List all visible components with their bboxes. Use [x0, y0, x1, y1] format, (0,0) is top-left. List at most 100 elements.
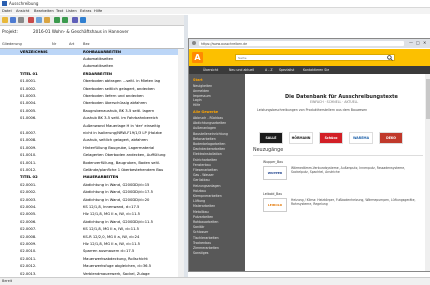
sidebar-gewerk[interactable]: Tischlerarbeiten: [193, 236, 219, 240]
table-row[interactable]: 02.0008. KS-R 12/2,0, MG II a, IW, d=24: [0, 234, 184, 240]
sidebar-link[interactable]: Impressum: [193, 94, 211, 98]
sidebar-gewerk[interactable]: Sanitär: [193, 225, 204, 229]
sidebar-link[interactable]: Neuigkeiten: [193, 84, 212, 88]
menu-extras[interactable]: Extras: [80, 9, 91, 13]
sidebar-gewerk[interactable]: Außenanlagen: [193, 126, 216, 130]
sidebar-gewerk[interactable]: Fliesenarbeiten: [193, 168, 218, 172]
undo-icon[interactable]: [54, 17, 60, 23]
print-icon[interactable]: [18, 17, 24, 23]
table-row[interactable]: Außenwand Mauerlage H in 'der' einseitig: [0, 123, 184, 129]
table-row[interactable]: 02.0004. KS 12/1,8, Innenwand, d=17.5: [0, 204, 184, 210]
brand-logo[interactable]: HÖRMANN: [289, 132, 313, 144]
nav-spezialist[interactable]: Spezialist: [279, 68, 294, 72]
table-row[interactable]: 01.0010. Gelagerten Oberboden andecken, A…: [0, 153, 184, 159]
table-row[interactable]: 01.0007. nicht in Isolierung/NRW-F19/1/3 …: [0, 130, 184, 136]
open-icon[interactable]: [2, 17, 8, 23]
brand-logo[interactable]: SALLE: [259, 132, 283, 144]
table-row[interactable]: Automatikseiten: [0, 56, 184, 62]
brand-logo[interactable]: DEKO: [379, 132, 403, 144]
brand-logo[interactable]: Schüco: [319, 132, 343, 144]
save-icon[interactable]: [10, 17, 16, 23]
table-row[interactable]: 02.0010. Sparren ausmauern d=17.5: [0, 249, 184, 255]
sidebar-gewerk[interactable]: Klempnerarbeiten: [193, 194, 222, 198]
col-art[interactable]: Art: [69, 42, 74, 46]
col-gliederung[interactable]: Gliederung: [2, 42, 22, 46]
help-icon[interactable]: [80, 17, 86, 23]
table-row[interactable]: 01.0012. Gelände/planflche 1 überbestehen…: [0, 167, 184, 173]
table-row[interactable]: 02.0003. Abdichtung in Wand, G200DD/d=20: [0, 197, 184, 203]
sidebar-gewerk[interactable]: Metallbau: [193, 210, 209, 214]
nav-uebersicht[interactable]: Übersicht: [203, 68, 218, 72]
redo-icon[interactable]: [62, 17, 68, 23]
sidebar-gewerk[interactable]: Holzbau: [193, 189, 206, 193]
entry-name[interactable]: Wupper_Bau: [263, 160, 283, 164]
sidebar-gewerk[interactable]: Elektroinstallation: [193, 152, 222, 156]
col-nr[interactable]: Nr: [52, 42, 56, 46]
sidebar-gewerk[interactable]: Dachdeckerarbeiten: [193, 147, 225, 151]
sidebar-gewerk[interactable]: Malerarbeiten: [193, 204, 215, 208]
table-row[interactable]: 01.0002. Oberboden seitlich gelagert, and…: [0, 86, 184, 92]
close-icon[interactable]: ✕: [423, 40, 426, 45]
search-icon[interactable]: [387, 55, 393, 61]
copy-icon[interactable]: [36, 17, 42, 23]
sidebar-gewerk[interactable]: Gerüstbau: [193, 178, 210, 182]
sidebar-gewerk[interactable]: Bodenbelagarbeiten: [193, 142, 225, 146]
sidebar-gewerk[interactable]: Abbruch - Rückbau: [193, 116, 223, 120]
table-row[interactable]: 02.0002. Abdichtung in Wand, G200DD/d=17.…: [0, 190, 184, 196]
sidebar-gewerk[interactable]: Baustelleneinrichtung: [193, 132, 228, 136]
table-row[interactable]: TITEL 01 ERDARBEITEN: [0, 71, 184, 77]
sidebar-gewerk[interactable]: Zimmerarbeiten: [193, 246, 219, 250]
sidebar-gewerk[interactable]: Rohbauarbeiten: [193, 220, 218, 224]
nav-kontakt[interactable]: Kontaktieren Sie: [303, 68, 329, 72]
menu-hilfe[interactable]: Hilfe: [94, 9, 102, 13]
table-row[interactable]: 01.0008. Aushub, seitlich gelagert, abfah…: [0, 138, 184, 144]
sidebar-gewerk[interactable]: Fensterbau: [193, 163, 211, 167]
table-row[interactable]: 02.0007. KS 12/1,8, MG II a, IW, d=11.5: [0, 227, 184, 233]
brand-logo[interactable]: WAREMA: [349, 132, 373, 144]
sidebar-link[interactable]: Hilfe: [193, 103, 200, 107]
sidebar-heading-gewerke[interactable]: Alle Gewerke: [193, 110, 218, 114]
table-row[interactable]: 02.0012. Mauerwerksfuge abgleichen, d=36.…: [0, 264, 184, 270]
sidebar-gewerk[interactable]: Lüftung: [193, 199, 205, 203]
minimize-icon[interactable]: —: [409, 40, 413, 45]
sidebar-gewerk[interactable]: Sonstiges: [193, 251, 208, 255]
table-row[interactable]: 01.0011. Bodenverfüllung, Baugruben, Bode…: [0, 160, 184, 166]
table-row[interactable]: 02.0005. Hlz 12/1,8, MG II a, IW, d=11.5: [0, 212, 184, 218]
site-logo[interactable]: A: [192, 52, 203, 63]
cut-icon[interactable]: [28, 17, 34, 23]
menu-datei[interactable]: Datei: [2, 9, 12, 13]
sidebar-gewerk[interactable]: Putzarbeiten: [193, 215, 213, 219]
sidebar-gewerk[interactable]: Trockenbau: [193, 241, 211, 245]
menu-bearbeiten[interactable]: Bearbeiten: [34, 9, 54, 13]
table-row[interactable]: 01.0003. Oberboden liefern und andecken: [0, 93, 184, 99]
find-icon[interactable]: [72, 17, 78, 23]
table-row[interactable]: 02.0006. Abdichtung in Wand, G200DD/d=11.…: [0, 219, 184, 225]
nav-a-z[interactable]: A - Z: [265, 68, 273, 72]
menu-text[interactable]: Text: [56, 9, 63, 13]
nav-neu[interactable]: Neu und aktuell: [229, 68, 254, 72]
sidebar-gewerk[interactable]: Heizungsanlagen: [193, 184, 220, 188]
sidebar-gewerk[interactable]: Gas - Wasser: [193, 173, 214, 177]
paste-icon[interactable]: [44, 17, 50, 23]
table-row[interactable]: 01.0006. Aushub BK 3-5 seitl. im Fahrbahn…: [0, 116, 184, 122]
table-row[interactable]: 02.0001. Abdichtung in Wand, G200DD/d=15: [0, 182, 184, 188]
sidebar-link[interactable]: Anmelden: [193, 89, 209, 93]
browser-scroll-thumb[interactable]: [426, 79, 430, 119]
table-row[interactable]: 01.0004. Oberboden überschüssig abfahren: [0, 101, 184, 107]
col-bez[interactable]: Bez: [83, 42, 90, 46]
table-row[interactable]: 02.0011. Mauerwerksabdeckung, Rollschicht: [0, 256, 184, 262]
sidebar-gewerk[interactable]: Schlosser: [193, 230, 208, 234]
table-row[interactable]: VERZEICHNIS ROHBAUARBEITEN: [0, 49, 184, 55]
table-row[interactable]: TITEL 02 MAUERARBEITEN: [0, 175, 184, 181]
entry-name[interactable]: Leibold_Bau: [263, 192, 282, 196]
table-row[interactable]: Automatikseiten: [0, 64, 184, 70]
sidebar-gewerk[interactable]: Abdichtungsarbeiten: [193, 121, 226, 125]
entry-logo[interactable]: LEIBOLD: [263, 198, 287, 212]
sidebar-heading-start[interactable]: Start: [193, 78, 203, 82]
site-search-input[interactable]: [235, 54, 395, 61]
entry-logo[interactable]: WUPPER: [263, 166, 287, 180]
address-bar[interactable]: https://www.ausschreiben.de: [199, 41, 404, 46]
table-row[interactable]: 01.0005. Baugrubenaushub, BK 3-5 seitl. l…: [0, 108, 184, 114]
table-row[interactable]: 02.0009. Hlz 12/1,8, MG II a, IW, d=11.5: [0, 241, 184, 247]
menu-ansicht[interactable]: Ansicht: [16, 9, 29, 13]
